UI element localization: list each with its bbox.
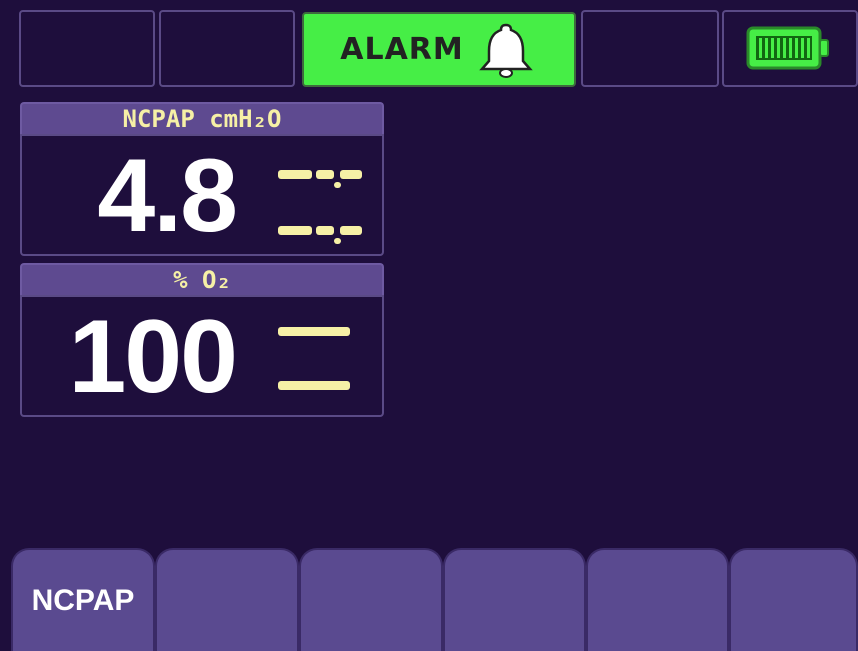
o2-panel[interactable]: 100 <box>20 295 384 417</box>
ncpap-panel[interactable]: 4.8 <box>20 134 384 256</box>
ncpap-value: 4.8 <box>97 138 238 254</box>
alarm-button[interactable]: ALARM <box>302 12 576 87</box>
softkey-5[interactable] <box>586 548 729 651</box>
o2-label: % O₂ <box>20 263 384 295</box>
softkey-2[interactable] <box>155 548 299 651</box>
status-slot-2[interactable] <box>159 10 295 87</box>
softkey-6[interactable] <box>729 548 858 651</box>
softkey-ncpap[interactable]: NCPAP <box>11 548 155 651</box>
ventilator-screen: ALARM NCPAP cmH₂O 4.8 % O₂ 100 NCPAP <box>0 0 858 651</box>
ncpap-label: NCPAP cmH₂O <box>20 102 384 134</box>
softkey-4[interactable] <box>443 548 586 651</box>
bell-icon <box>478 23 533 78</box>
alarm-label: ALARM <box>340 32 464 67</box>
battery-full-icon <box>746 26 829 70</box>
softkey-3[interactable] <box>299 548 443 651</box>
o2-value: 100 <box>68 299 238 415</box>
status-slot-4[interactable] <box>581 10 719 87</box>
status-slot-1[interactable] <box>19 10 155 87</box>
